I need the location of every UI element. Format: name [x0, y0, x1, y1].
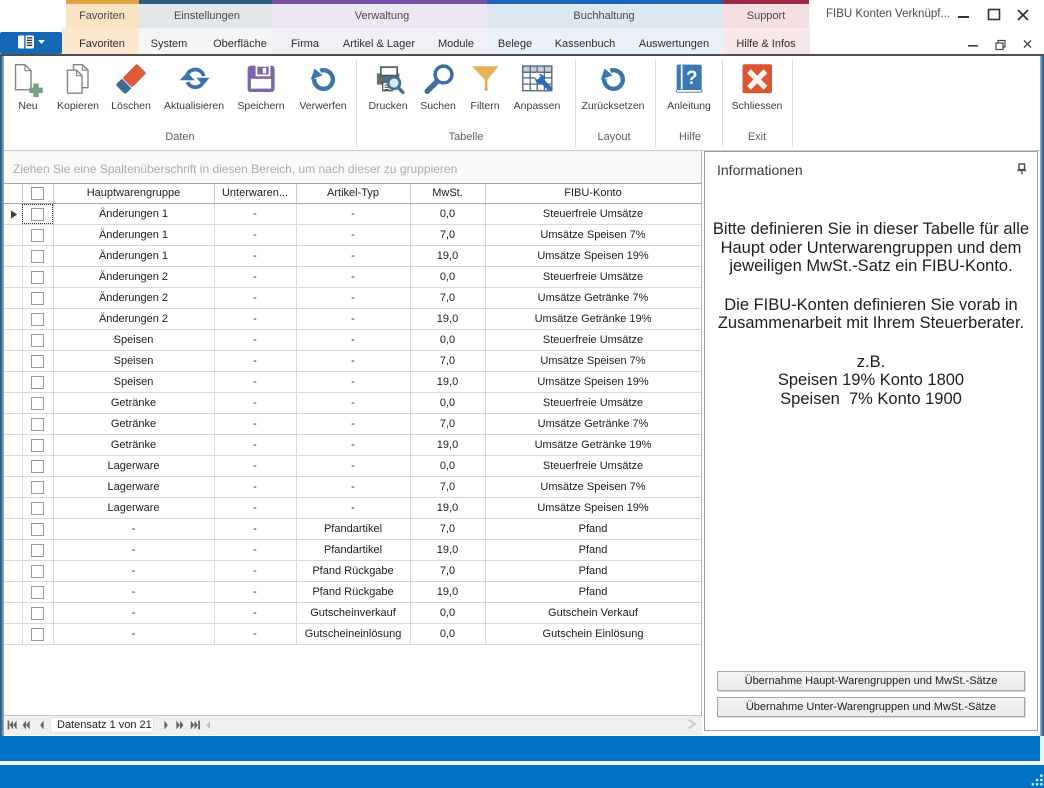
svg-text:?: ?: [686, 68, 698, 89]
